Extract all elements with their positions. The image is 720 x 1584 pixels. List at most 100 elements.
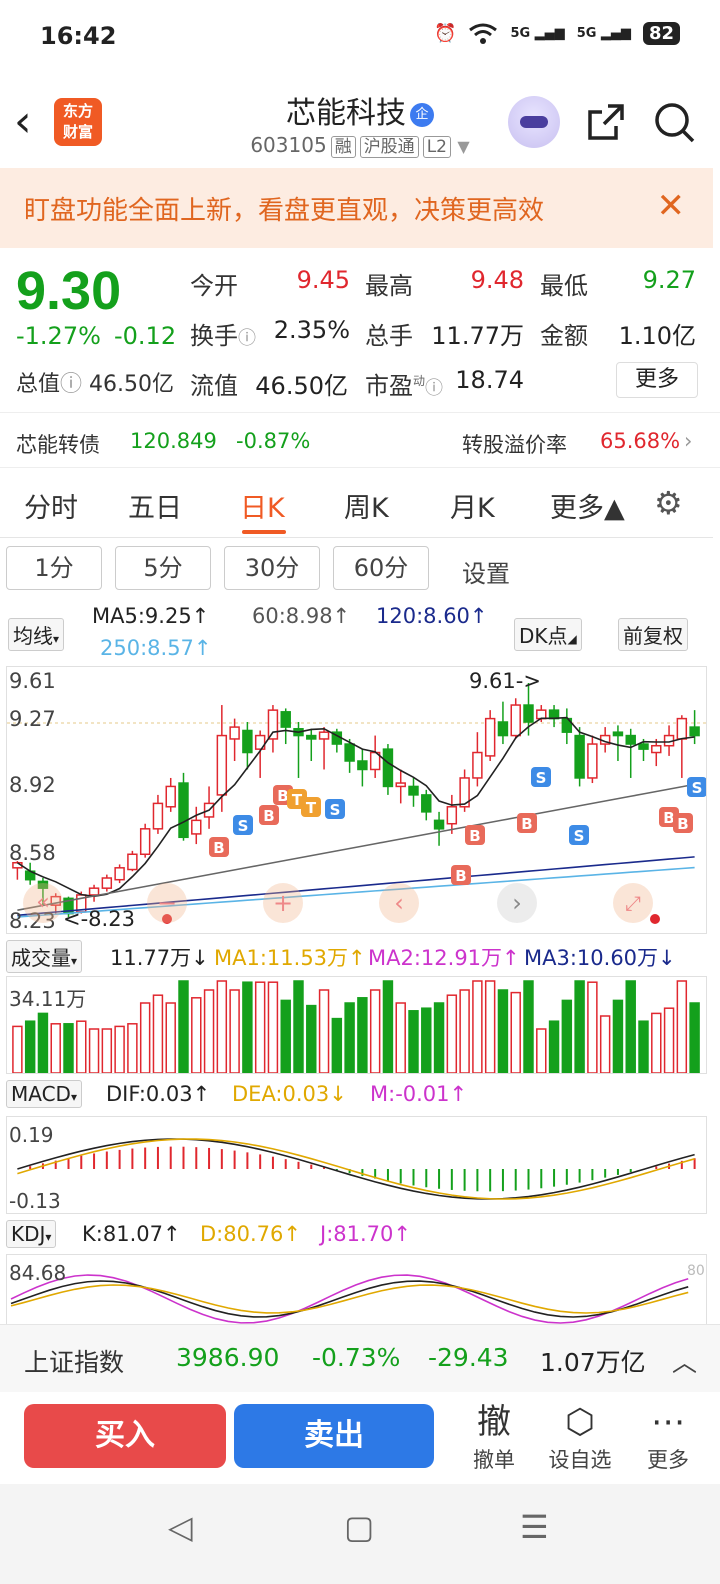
nav-back-icon[interactable]: ◁	[168, 1508, 193, 1546]
index-value: 3986.90	[176, 1343, 280, 1372]
candle	[88, 884, 100, 902]
macd-selector[interactable]: MACD▾	[6, 1080, 82, 1108]
period-settings[interactable]: 设置	[462, 554, 510, 589]
bond-pct: -0.87%	[236, 429, 311, 453]
open-value: 9.45	[296, 266, 350, 294]
index-change: -29.43	[428, 1343, 509, 1372]
zoom-out-icon[interactable]: −	[147, 883, 187, 923]
add-watchlist-label: 设自选	[548, 1448, 612, 1472]
volume-bar	[574, 980, 585, 1073]
alarm-icon: ⏰	[434, 23, 457, 44]
volume-panel[interactable]: 34.11万	[6, 976, 707, 1074]
more-dots-icon: ⋯	[651, 1402, 685, 1442]
period-5min[interactable]: 5分	[115, 546, 211, 590]
prev-icon[interactable]: ‹	[379, 883, 419, 923]
volume-legend: 成交量▾ 11.77万↓ MA1:11.53万↑ MA2:12.91万↑ MA3…	[0, 938, 720, 973]
volume-bar	[114, 1025, 125, 1073]
more-actions-label: 更多	[647, 1448, 689, 1472]
chevron-up-icon[interactable]: ︿	[672, 1343, 697, 1379]
bond-price: 120.849	[130, 429, 217, 453]
quote-more-button[interactable]: 更多	[616, 362, 698, 398]
period-1min[interactable]: 1分	[6, 546, 102, 590]
svg-text:S: S	[536, 769, 547, 787]
candle	[395, 769, 406, 804]
tab-weekly-k[interactable]: 周K	[344, 486, 389, 525]
current-price: 9.30	[16, 261, 122, 321]
high-label: 最高	[365, 272, 413, 300]
nav-home-icon[interactable]: ▢	[344, 1508, 374, 1546]
candlestick-chart[interactable]: BSBBTTSBBBSSBBS 9.61 9.27 8.92 8.58 8.23…	[6, 666, 707, 934]
gear-icon[interactable]: ⚙	[654, 484, 683, 522]
kdj-panel[interactable]: 84.68 80	[6, 1254, 707, 1324]
cancel-order-button[interactable]: 撤 撤单	[454, 1400, 534, 1474]
candle	[127, 850, 138, 872]
kdj-selector[interactable]: KDJ▾	[6, 1220, 57, 1248]
zoom-in-icon[interactable]: +	[263, 883, 303, 923]
trade-signal-marker[interactable]: S	[233, 815, 253, 835]
sell-button[interactable]: 卖出	[234, 1404, 434, 1468]
period-60min[interactable]: 60分	[333, 546, 429, 590]
candle	[191, 806, 202, 845]
candle	[561, 708, 573, 745]
trade-signal-marker[interactable]: S	[325, 799, 345, 819]
trade-signal-marker[interactable]: B	[517, 813, 537, 833]
turnover-label[interactable]: 换手ⓘ	[190, 316, 256, 351]
trade-signal-marker[interactable]: B	[451, 865, 471, 885]
search-icon[interactable]	[652, 100, 696, 144]
rewind-icon[interactable]: «	[23, 883, 63, 923]
candle	[612, 725, 624, 761]
tab-daily-k[interactable]: 日K	[240, 486, 285, 525]
candle	[357, 749, 368, 787]
trade-signal-marker[interactable]: S	[531, 767, 551, 787]
candlestick-svg[interactable]: BSBB T T SBBBSSB BS	[7, 667, 706, 933]
fullscreen-icon[interactable]: ⤢	[613, 883, 653, 923]
trade-signal-marker[interactable]: B	[209, 837, 229, 857]
period-30min[interactable]: 30分	[224, 546, 320, 590]
quote-panel: 9.30 -1.27% -0.12 总值ⓘ 46.50亿 今开 9.45 最高 …	[0, 250, 720, 410]
more-actions-button[interactable]: ⋯ 更多	[628, 1400, 708, 1474]
add-watchlist-button[interactable]: ⬡ 设自选	[540, 1400, 620, 1474]
candle	[574, 727, 585, 787]
candle	[587, 735, 598, 784]
market-cap[interactable]: 总值ⓘ 46.50亿	[16, 366, 174, 398]
signal-dot	[650, 914, 660, 924]
volume-value: 11.77万	[431, 322, 524, 350]
volume-bar	[689, 1002, 700, 1073]
trade-signal-marker[interactable]: S	[687, 777, 706, 797]
volume-selector[interactable]: 成交量▾	[6, 940, 83, 973]
volume-bar	[318, 989, 330, 1073]
float-cap-value: 46.50亿	[255, 372, 348, 400]
candle	[472, 732, 483, 787]
trade-signal-marker[interactable]: B	[673, 813, 693, 833]
close-icon[interactable]: ✕	[657, 186, 686, 226]
buy-button[interactable]: 买入	[24, 1404, 226, 1468]
promo-banner[interactable]: 盯盘功能全面上新，看盘更直观，决策更高效 ✕	[0, 168, 713, 248]
convertible-bond-row[interactable]: 芯能转债 120.849 -0.87% 转股溢价率 65.68% ›	[0, 412, 720, 468]
volume-svg	[12, 980, 700, 1073]
ai-assistant-icon[interactable]	[508, 96, 560, 148]
tab-five-day[interactable]: 五日	[128, 486, 182, 525]
macd-m: M:-0.01↑	[370, 1082, 468, 1106]
stock-name: 芯能科技	[286, 96, 406, 131]
share-icon[interactable]	[586, 102, 626, 142]
candle	[280, 708, 291, 745]
nav-menu-icon[interactable]: ☰	[520, 1508, 549, 1546]
svg-text:T: T	[306, 799, 317, 817]
dk-point-button[interactable]: DK点◢	[514, 618, 582, 651]
volume-bar	[165, 1002, 176, 1073]
tab-more[interactable]: 更多▲	[550, 486, 625, 525]
index-ticker[interactable]: 上证指数 3986.90 -0.73% -29.43 1.07万亿 ︿	[0, 1324, 720, 1392]
trade-signal-marker[interactable]: T	[301, 797, 321, 817]
tab-intraday[interactable]: 分时	[24, 486, 78, 525]
trade-signal-marker[interactable]: B	[259, 805, 279, 825]
trade-signal-marker[interactable]: B	[465, 825, 485, 845]
trade-signal-marker[interactable]: S	[569, 825, 589, 845]
ma-selector[interactable]: 均线▾	[8, 618, 65, 651]
adjust-button[interactable]: 前复权	[618, 618, 688, 651]
pe-label[interactable]: 市盈动ⓘ	[365, 366, 443, 401]
next-icon[interactable]: ›	[497, 883, 537, 923]
tab-monthly-k[interactable]: 月K	[450, 486, 495, 525]
svg-text:S: S	[330, 801, 341, 819]
macd-panel[interactable]: 0.19 -0.13	[6, 1116, 707, 1214]
volume-bar	[127, 1023, 138, 1073]
